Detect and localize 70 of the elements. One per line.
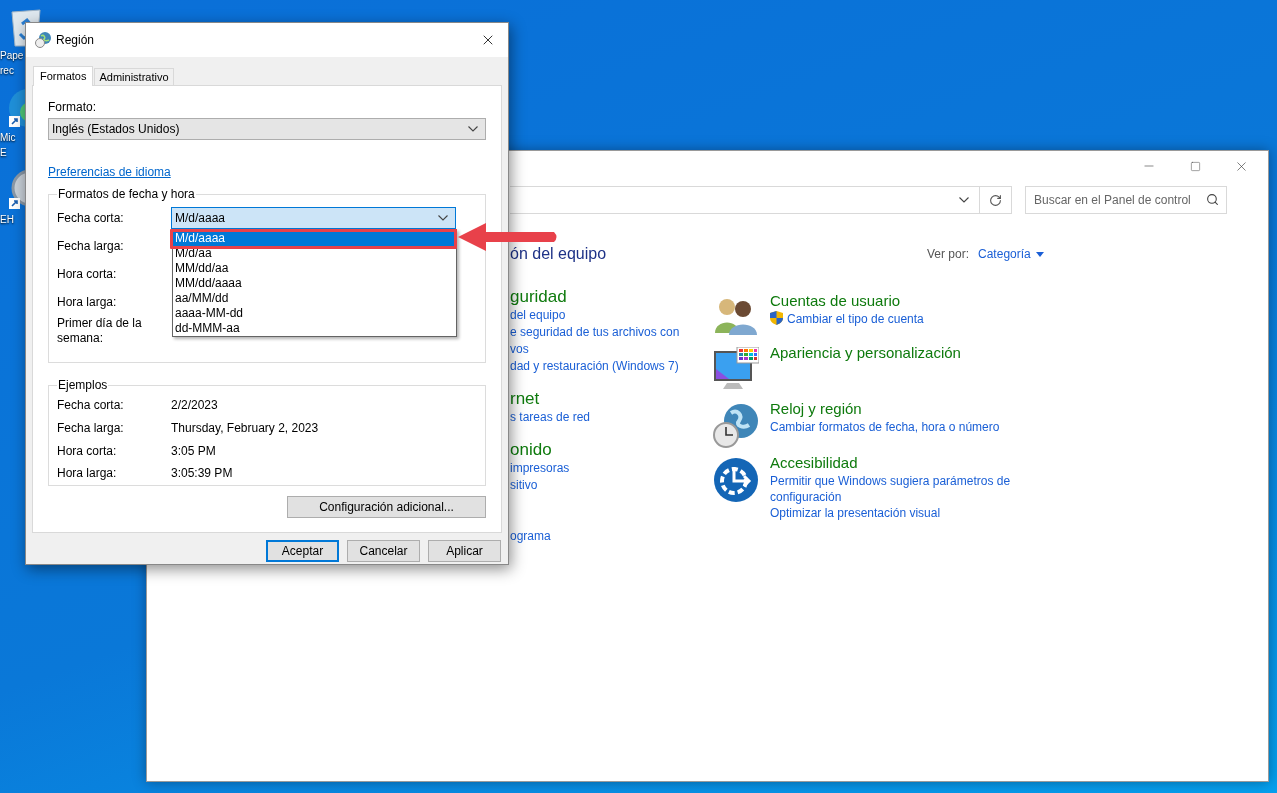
category-heading[interactable]: Apariencia y personalización [770,343,961,363]
additional-settings-button[interactable]: Configuración adicional... [287,496,486,518]
category-link[interactable]: vos [510,341,713,358]
globe-clock-icon [713,403,759,449]
chevron-down-icon [438,215,448,221]
view-by-label: Ver por: [927,246,970,263]
desktop-icon-label: Mic [0,131,16,145]
desktop-icon-label: rec [0,64,14,78]
caret-icon [1035,251,1044,257]
window-title: Región [56,32,95,49]
field-label: Hora larga: [57,294,118,310]
format-dropdown[interactable]: Inglés (Estados Unidos) [48,118,486,140]
field-label: Fecha corta: [57,397,125,415]
example-value: 3:05:39 PM [171,465,233,483]
example-value: Thursday, February 2, 2023 [171,420,319,438]
group-title: Ejemplos [57,377,109,394]
maximize-icon [1189,160,1201,172]
shield-icon [770,311,783,325]
category-link[interactable]: Optimizar la presentación visual [770,505,1020,521]
dropdown-option[interactable]: MM/dd/aa [173,261,456,276]
dropdown-option[interactable]: aa/MM/dd [173,291,456,306]
category-link[interactable]: s tareas de red [510,409,713,426]
category-heading[interactable]: Reloj y región [770,399,1020,419]
dropdown-option[interactable]: dd-MMM-aa [173,321,456,336]
desktop-icon-label: E [0,146,7,160]
chevron-down-icon [959,197,969,203]
category-link[interactable]: Cambiar el tipo de cuenta [787,311,1037,327]
category-heading[interactable]: guridad [510,287,713,307]
category-heading[interactable]: rnet [510,389,713,409]
format-label: Formato: [48,100,97,114]
category-link[interactable]: del equipo [510,307,713,324]
field-label: Fecha larga: [57,238,125,254]
dialog-button[interactable]: Cancelar [347,540,420,562]
category-link[interactable]: e seguridad de tus archivos con [510,324,713,341]
view-by-dropdown[interactable]: Categoría [978,245,1044,263]
category-heading[interactable]: Cuentas de usuario [770,291,1037,311]
desktop-icon-label: EH [0,213,14,227]
accessibility-icon [713,457,759,503]
field-label: Hora corta: [57,442,118,460]
refresh-icon [989,193,1002,207]
category-link[interactable]: dad y restauración (Windows 7) [510,358,713,375]
field-label: Primer día de la semana: [57,316,143,346]
category-link[interactable]: impresoras [510,460,713,477]
page-heading: ón del equipo [510,244,608,264]
dropdown-option[interactable]: MM/dd/aaaa [173,276,456,291]
tab[interactable]: Administrativo [94,68,174,85]
category-link[interactable]: Permitir que Windows sugiera parámetros de configuración [770,473,1020,505]
field-label: Fecha corta: [57,210,125,226]
category-link[interactable]: sitivo [510,477,713,494]
group-title: Formatos de fecha y hora [57,186,196,203]
search-field[interactable]: Buscar en el Panel de control [1025,186,1227,214]
chevron-down-icon [468,126,478,132]
dialog-button[interactable]: Aceptar [266,540,339,562]
tab[interactable]: Formatos [33,66,94,86]
globe-clock-icon [35,32,51,48]
dialog-button[interactable]: Aplicar [428,540,501,562]
desktop-icon-label: Pape [0,49,24,63]
example-value: 2/2/2023 [171,397,218,415]
language-preferences-link[interactable]: Preferencias de idioma [48,165,171,179]
field-label: Hora corta: [57,266,118,282]
format-dropdown[interactable]: M/d/aaaa [171,207,456,229]
category-link[interactable]: Cambiar formatos de fecha, hora o número [770,419,1020,435]
dropdown-option[interactable]: aaaa-MM-dd [173,306,456,321]
search-icon[interactable] [1206,193,1219,206]
category-heading[interactable]: onido [510,440,713,460]
field-label: Hora larga: [57,465,118,483]
category-heading[interactable]: Accesibilidad [770,453,1020,473]
example-value: 3:05 PM [171,442,216,460]
field-label: Fecha larga: [57,420,125,438]
category-link[interactable]: ograma [510,528,713,545]
